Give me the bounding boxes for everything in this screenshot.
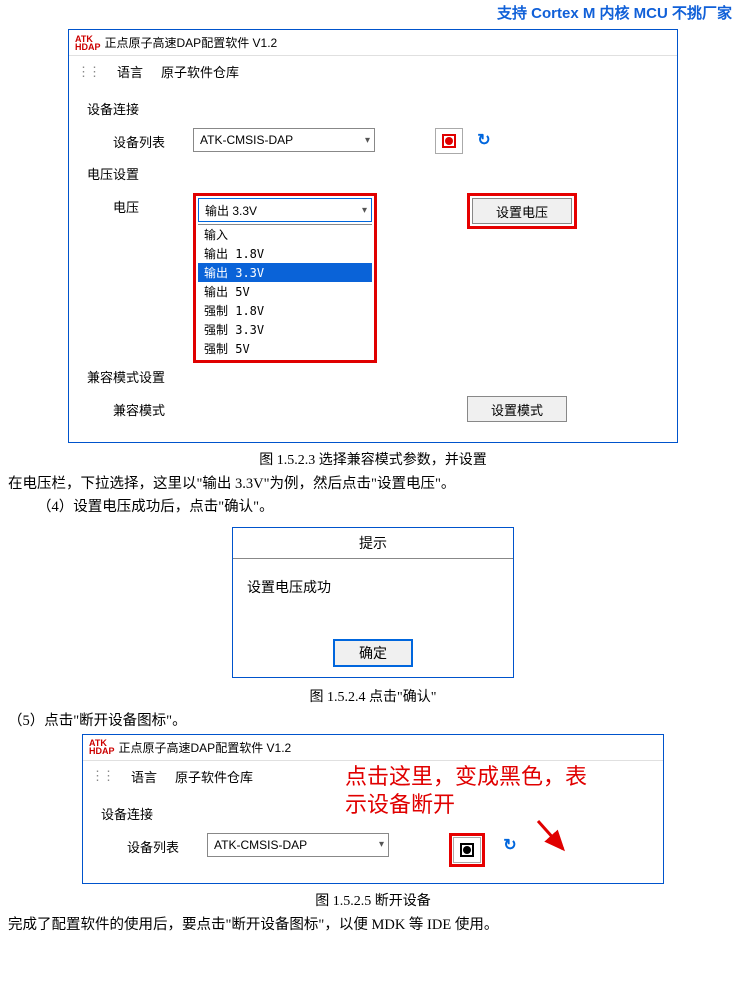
dap-config-window: ATKHDAP 正点原子高速DAP配置软件 V1.2 ⋮⋮ 语言 原子软件仓库 … [68,29,678,443]
menu-grip-icon: ⋮⋮ [91,768,113,784]
refresh-icon: ↻ [503,835,516,855]
label-device-list: 设备列表 [113,128,193,151]
page-header-fragment: 支持 Cortex M 内核 MCU 不挑厂家 [4,0,742,29]
chevron-down-icon: ▾ [365,135,370,146]
window-title: 正点原子高速DAP配置软件 V1.2 [105,34,278,51]
dialog-title: 提示 [233,528,513,559]
record-button[interactable] [435,128,463,154]
refresh-icon: ↻ [477,130,490,150]
menu-language[interactable]: 语言 [117,62,143,81]
voltage-option[interactable]: 输出 3.3V [198,263,372,282]
voltage-option[interactable]: 输出 1.8V [198,244,372,263]
arrow-icon [533,819,573,859]
titlebar: ATKHDAP 正点原子高速DAP配置软件 V1.2 [69,30,677,56]
voltage-value: 输出 3.3V [205,202,257,219]
disconnect-button[interactable] [453,837,481,863]
body-paragraph: （4）设置电压成功后，点击"确认"。 [8,496,738,519]
figure-caption: 图 1.5.2.4 点击"确认" [4,686,742,706]
set-voltage-button[interactable]: 设置电压 [472,198,572,224]
callout-annotation: 点击这里，变成黑色，表 示设备断开 [345,763,587,820]
refresh-button[interactable]: ↻ [471,128,497,152]
voltage-option[interactable]: 输入 [198,225,372,244]
voltage-option[interactable]: 强制 5V [198,339,372,358]
body-paragraph: （5）点击"断开设备图标"。 [8,710,738,733]
voltage-option-list: 输入 输出 1.8V 输出 3.3V 输出 5V 强制 1.8V 强制 3.3V… [198,224,372,358]
ok-button[interactable]: 确定 [333,639,413,667]
voltage-option[interactable]: 输出 5V [198,282,372,301]
disconnect-icon [460,843,474,857]
device-list-value: ATK-CMSIS-DAP [214,838,307,852]
app-logo-icon: ATKHDAP [89,739,115,755]
message-dialog: 提示 设置电压成功 确定 [232,527,514,678]
dap-config-window-disconnect: ATKHDAP 正点原子高速DAP配置软件 V1.2 ⋮⋮ 语言 原子软件仓库 … [82,734,664,884]
app-logo-icon: ATKHDAP [75,35,101,51]
label-device-list: 设备列表 [127,833,207,856]
record-icon [442,134,456,148]
menu-grip-icon: ⋮⋮ [77,64,99,80]
highlight-frame: 设置电压 [467,193,577,229]
device-list-dropdown[interactable]: ATK-CMSIS-DAP ▾ [207,833,389,857]
group-device-connect: 设备连接 [87,99,663,118]
device-list-dropdown[interactable]: ATK-CMSIS-DAP ▾ [193,128,375,152]
chevron-down-icon: ▾ [379,839,384,850]
set-mode-button[interactable]: 设置模式 [467,396,567,422]
body-paragraph: 完成了配置软件的使用后，要点击"断开设备图标"，以便 MDK 等 IDE 使用。 [8,914,738,937]
group-voltage: 电压设置 [87,164,663,183]
dialog-message: 设置电压成功 [233,559,513,637]
menu-repo[interactable]: 原子软件仓库 [161,62,239,81]
chevron-down-icon: ▾ [362,205,367,216]
voltage-dropdown[interactable]: 输出 3.3V ▾ 输入 输出 1.8V 输出 3.3V 输出 5V 强制 1.… [193,193,377,363]
window-title: 正点原子高速DAP配置软件 V1.2 [119,739,292,756]
figure-caption: 图 1.5.2.5 断开设备 [4,890,742,910]
device-list-value: ATK-CMSIS-DAP [200,133,293,147]
body-paragraph: 在电压栏，下拉选择，这里以"输出 3.3V"为例，然后点击"设置电压"。 [8,473,738,496]
voltage-option[interactable]: 强制 1.8V [198,301,372,320]
group-compat-mode: 兼容模式设置 [87,367,663,386]
titlebar: ATKHDAP 正点原子高速DAP配置软件 V1.2 [83,735,663,761]
label-compat-mode: 兼容模式 [113,396,193,419]
figure-caption: 图 1.5.2.3 选择兼容模式参数，并设置 [4,449,742,469]
voltage-option[interactable]: 强制 3.3V [198,320,372,339]
menu-repo[interactable]: 原子软件仓库 [175,767,253,786]
label-voltage: 电压 [113,193,193,216]
menu-language[interactable]: 语言 [131,767,157,786]
refresh-button[interactable]: ↻ [497,833,523,857]
menubar: ⋮⋮ 语言 原子软件仓库 [69,56,677,87]
